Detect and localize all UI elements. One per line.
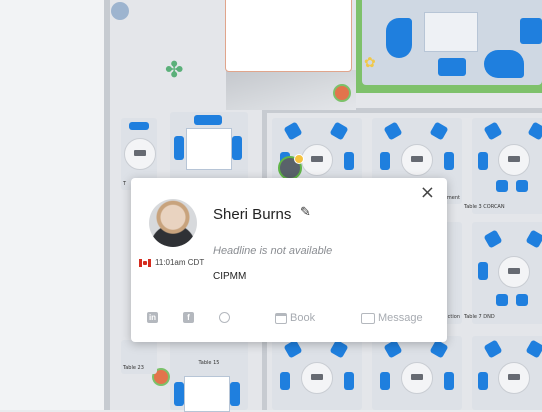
linkedin-icon: in xyxy=(147,312,158,323)
avatar[interactable] xyxy=(149,199,197,247)
plant-icon: ✤ xyxy=(165,58,184,83)
edit-pencil-icon[interactable]: ✎ xyxy=(300,205,311,220)
facebook-icon: f xyxy=(183,312,194,323)
attendee-avatar-pin[interactable] xyxy=(278,154,304,180)
left-panel xyxy=(0,0,105,410)
wall-vertical xyxy=(104,0,110,410)
profile-name: Sheri Burns xyxy=(213,206,292,223)
meeting-room-white[interactable] xyxy=(225,0,352,72)
table-room[interactable]: Table 23 xyxy=(121,340,157,374)
table-room[interactable] xyxy=(472,336,542,410)
profile-card: × Sheri Burns ✎ Headline is not availabl… xyxy=(131,178,447,342)
book-button[interactable]: Book xyxy=(275,312,315,324)
table-room[interactable]: Table 3 CORCAN xyxy=(464,118,542,214)
profile-credential: CIPMM xyxy=(213,271,247,282)
canada-flag-icon xyxy=(139,258,151,267)
table-room[interactable] xyxy=(372,336,462,410)
profile-headline: Headline is not available xyxy=(213,245,333,257)
calendar-icon xyxy=(275,312,287,324)
local-time-text: 11:01am CDT xyxy=(155,258,205,267)
table-room[interactable] xyxy=(272,336,362,410)
message-button[interactable]: Message xyxy=(361,312,423,324)
map-control-icon[interactable] xyxy=(111,2,129,20)
table-room[interactable]: Table 15 xyxy=(170,340,248,412)
linkedin-button[interactable]: in xyxy=(147,312,158,323)
book-label: Book xyxy=(290,312,316,324)
facebook-button[interactable]: f xyxy=(183,312,194,323)
message-icon xyxy=(361,312,375,324)
profile-actions: in f Book Message xyxy=(147,312,431,328)
website-button[interactable] xyxy=(219,312,230,323)
message-label: Message xyxy=(378,312,423,324)
location-pin[interactable] xyxy=(333,84,351,102)
globe-icon xyxy=(219,312,230,323)
table-room[interactable]: Table 7 DND xyxy=(464,222,542,324)
lounge-area[interactable]: ✿ xyxy=(356,0,542,93)
close-icon[interactable]: × xyxy=(420,184,435,202)
local-time: 11:01am CDT xyxy=(139,258,204,267)
star-badge-icon xyxy=(294,154,304,164)
